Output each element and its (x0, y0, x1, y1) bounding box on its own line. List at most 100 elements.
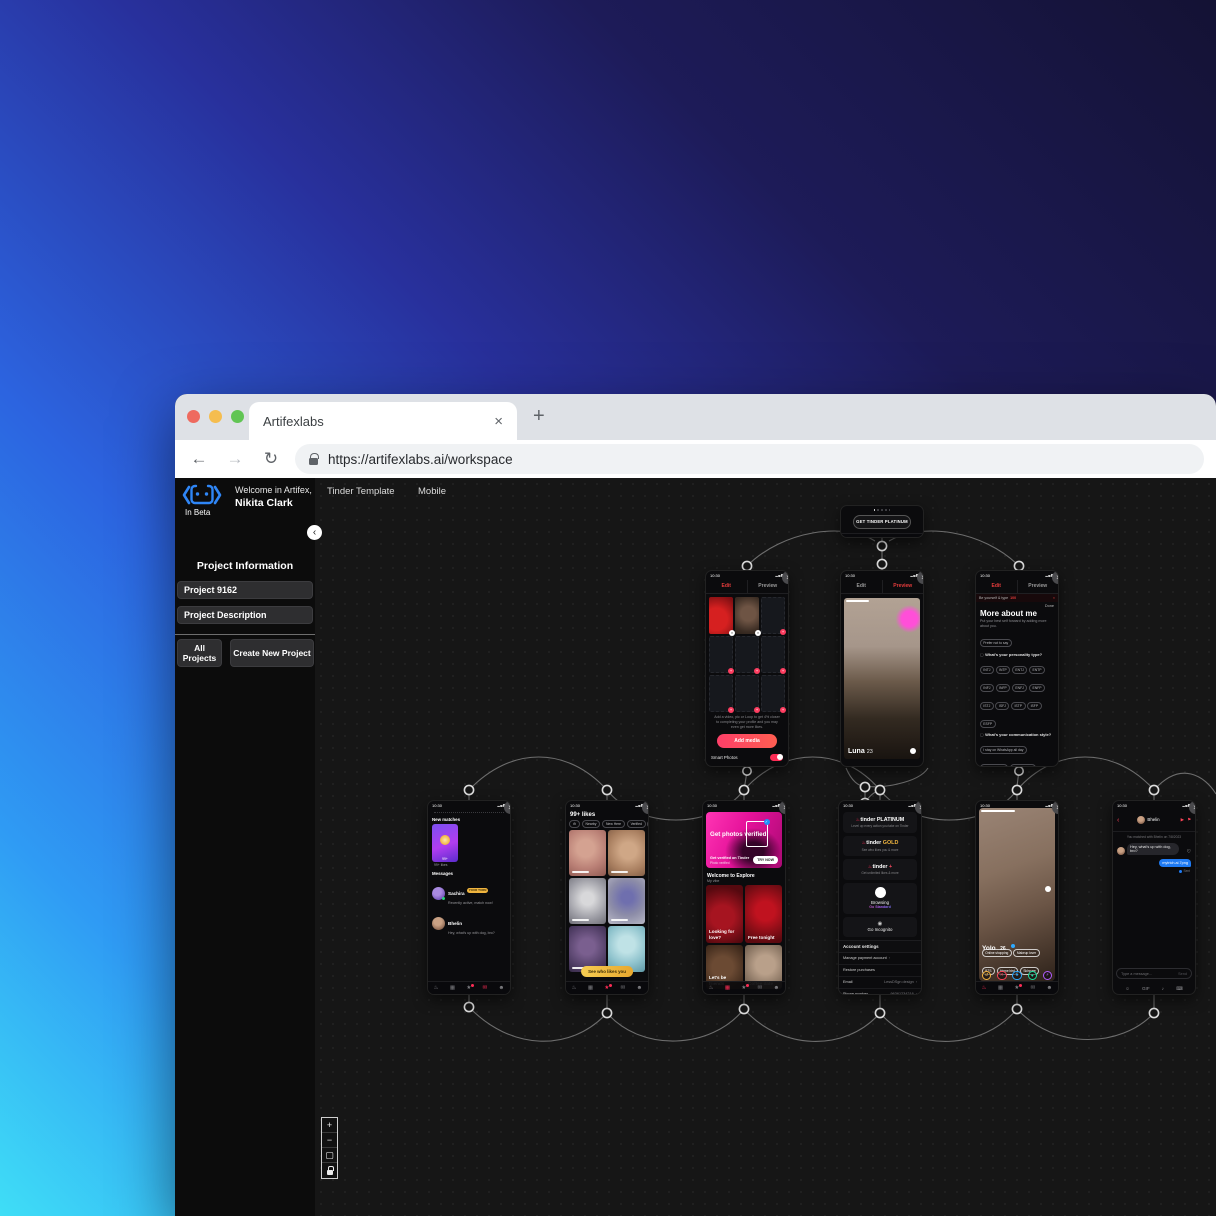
star-icon[interactable]: ★ (466, 985, 471, 991)
grid-icon[interactable]: ▦ (863, 537, 868, 538)
send-button[interactable]: Send (1178, 972, 1187, 976)
chip[interactable]: ISTP (1011, 702, 1026, 710)
reload-icon[interactable]: ↻ (259, 449, 283, 469)
settings-row[interactable]: Phone number96361234216› (839, 989, 921, 996)
node-close-icon[interactable]: × (1052, 571, 1059, 584)
all-projects-button[interactable]: All Projects (177, 639, 222, 667)
try-now-button[interactable]: TRY NOW (753, 856, 778, 864)
blurred-profile[interactable] (569, 878, 606, 924)
add-photo-icon[interactable]: + (754, 668, 760, 674)
node-settings[interactable]: × 10:30▂▄▆ ♨tinder PLATINUM Level up eve… (838, 800, 922, 995)
explore-card[interactable]: Free tonight (745, 885, 782, 943)
node-likes[interactable]: × 10:30▂▄▆ 99+ likes ⚙ Nearby New Here V… (565, 800, 649, 995)
preview-tab[interactable]: Preview (882, 580, 924, 593)
empty-slot[interactable]: + (761, 675, 785, 712)
flame-icon[interactable]: ♨ (434, 985, 439, 991)
chat-icon[interactable]: ✉ (758, 985, 763, 991)
node-explore[interactable]: × 10:30▂▄▆ ✓ Get photos verified Get ver… (702, 800, 786, 995)
project-name-field[interactable]: Project 9162 (177, 581, 313, 599)
chip[interactable]: Big time texter (980, 764, 1009, 767)
chat-list-item[interactable]: Bhelin Hey, what's up with dog, bro? (428, 908, 510, 938)
chip[interactable]: ENTP (1029, 666, 1045, 674)
fit-view-button[interactable]: ▢ (322, 1148, 337, 1163)
explore-card[interactable]: Looking for love? (706, 885, 743, 943)
flame-icon[interactable]: ♨ (847, 537, 852, 538)
tinder-plus-card[interactable]: ♨tinder + Get unlimited likes & more (843, 859, 917, 880)
video-icon[interactable]: ▶ (1181, 817, 1184, 823)
skip-chip[interactable]: Prefer not to say (980, 639, 1012, 647)
gif-icon[interactable]: GIF (1142, 986, 1150, 992)
node-chat[interactable]: × 10:30▂▄▆ ‹ Bhelin ▶ ⚑ You matched with… (1112, 800, 1196, 995)
node-close-icon[interactable]: × (779, 801, 786, 814)
settings-row[interactable]: Restore purchases (839, 965, 921, 977)
project-description-field[interactable]: Project Description (177, 606, 313, 624)
chat-icon[interactable]: ✉ (1031, 985, 1036, 991)
info-icon[interactable] (1045, 886, 1051, 892)
nope-button[interactable]: ✕ (997, 971, 1007, 981)
workspace-canvas[interactable]: Tinder Template Mobile (315, 478, 1216, 1216)
filters-icon[interactable]: ⚙ (569, 820, 580, 828)
chip[interactable]: I stay on WhatsApp all day (980, 746, 1027, 754)
node-close-icon[interactable]: × (642, 801, 649, 814)
add-photo-icon[interactable]: + (780, 668, 786, 674)
add-media-button[interactable]: Add media (717, 734, 777, 748)
add-photo-icon[interactable]: + (780, 629, 786, 635)
chip[interactable]: ISFJ (995, 702, 1009, 710)
node-close-icon[interactable]: × (915, 801, 922, 814)
flame-icon[interactable]: ♨ (982, 985, 987, 991)
zoom-in-button[interactable]: + (322, 1118, 337, 1133)
checkbox-icon[interactable]: ▢ (980, 733, 984, 737)
chip[interactable]: INTJ (980, 666, 994, 674)
chip[interactable]: ESFP (980, 720, 996, 728)
likes-match-card[interactable]: 99+ (432, 824, 458, 862)
forward-icon[interactable]: → (223, 449, 247, 469)
chip[interactable]: ENFP (1029, 684, 1045, 692)
profile-icon[interactable]: ☻ (637, 985, 643, 991)
profile-icon[interactable]: ☻ (774, 985, 780, 991)
rewind-button[interactable]: ↺ (982, 971, 992, 981)
node-swipe-card[interactable]: × 10:30▂▄▆ Yolo 26 Online shoppingMakeup… (975, 800, 1059, 995)
add-photo-icon[interactable]: + (780, 707, 786, 713)
chip[interactable]: INTP (996, 666, 1011, 674)
chip[interactable]: INFJ (980, 684, 994, 692)
add-photo-icon[interactable]: + (754, 707, 760, 713)
heart-react-icon[interactable]: ♡ (1187, 849, 1191, 855)
node-profile-preview[interactable]: × 10:30▂▄▆ Edit Preview Luna 23 (840, 570, 924, 767)
lock-button[interactable] (322, 1163, 337, 1178)
browsing-card[interactable]: Browsing Go Standard (843, 883, 917, 914)
zoom-out-button[interactable]: − (322, 1133, 337, 1148)
node-edit-profile[interactable]: × 10:30▂▄▆ Edit Preview × × + + + + + + … (705, 570, 789, 767)
meter-close-icon[interactable]: × (1053, 596, 1055, 600)
verify-banner[interactable]: ✓ Get photos verified Get verified on Ti… (706, 812, 782, 868)
chip[interactable]: ENFJ (1012, 684, 1027, 692)
chip[interactable]: ISFP (1027, 702, 1042, 710)
preview-tab[interactable]: Preview (1017, 580, 1059, 593)
grid-icon[interactable]: ▦ (588, 985, 593, 991)
node-close-icon[interactable]: × (917, 571, 924, 584)
add-photo-icon[interactable]: + (728, 707, 734, 713)
profile-icon[interactable]: ☻ (912, 537, 918, 538)
star-icon[interactable]: ★ (1014, 985, 1019, 991)
empty-slot[interactable]: + (735, 636, 759, 673)
blurred-profile[interactable] (608, 878, 645, 924)
star-icon[interactable]: ★ (604, 985, 609, 991)
chip[interactable]: ENTJ (1012, 666, 1027, 674)
profile-icon[interactable]: ☻ (1047, 985, 1053, 991)
chat-list-item[interactable]: SachiraYOUR TURN Recently active, match … (428, 878, 510, 908)
chip[interactable]: Phone caller (1010, 764, 1036, 767)
see-who-likes-you-button[interactable]: See who likes you (581, 966, 633, 977)
like-button[interactable]: ♥ (1028, 971, 1038, 981)
grid-icon[interactable]: ▦ (998, 985, 1003, 991)
blurred-profile[interactable] (608, 830, 645, 876)
new-tab-button[interactable]: + (533, 405, 545, 428)
smart-photos-toggle[interactable] (770, 754, 783, 761)
window-close-button[interactable] (187, 410, 200, 423)
superlike-button[interactable]: ★ (1012, 971, 1022, 981)
node-messages[interactable]: × 10:30▂▄▆ New matches 99+ 99+ likes Mes… (427, 800, 511, 995)
empty-slot[interactable]: + (735, 675, 759, 712)
smiley-icon[interactable]: ☺ (1125, 986, 1130, 992)
node-platinum-sheet[interactable]: GET TINDER PLATINUM ♨ ▦ ★ ✉ ☻ (840, 505, 924, 538)
swipe-photo[interactable]: Yolo 26 Online shoppingMakeup loverBTSHo… (979, 808, 1055, 981)
node-close-icon[interactable]: × (504, 801, 511, 814)
chip[interactable]: ISTJ (980, 702, 994, 710)
